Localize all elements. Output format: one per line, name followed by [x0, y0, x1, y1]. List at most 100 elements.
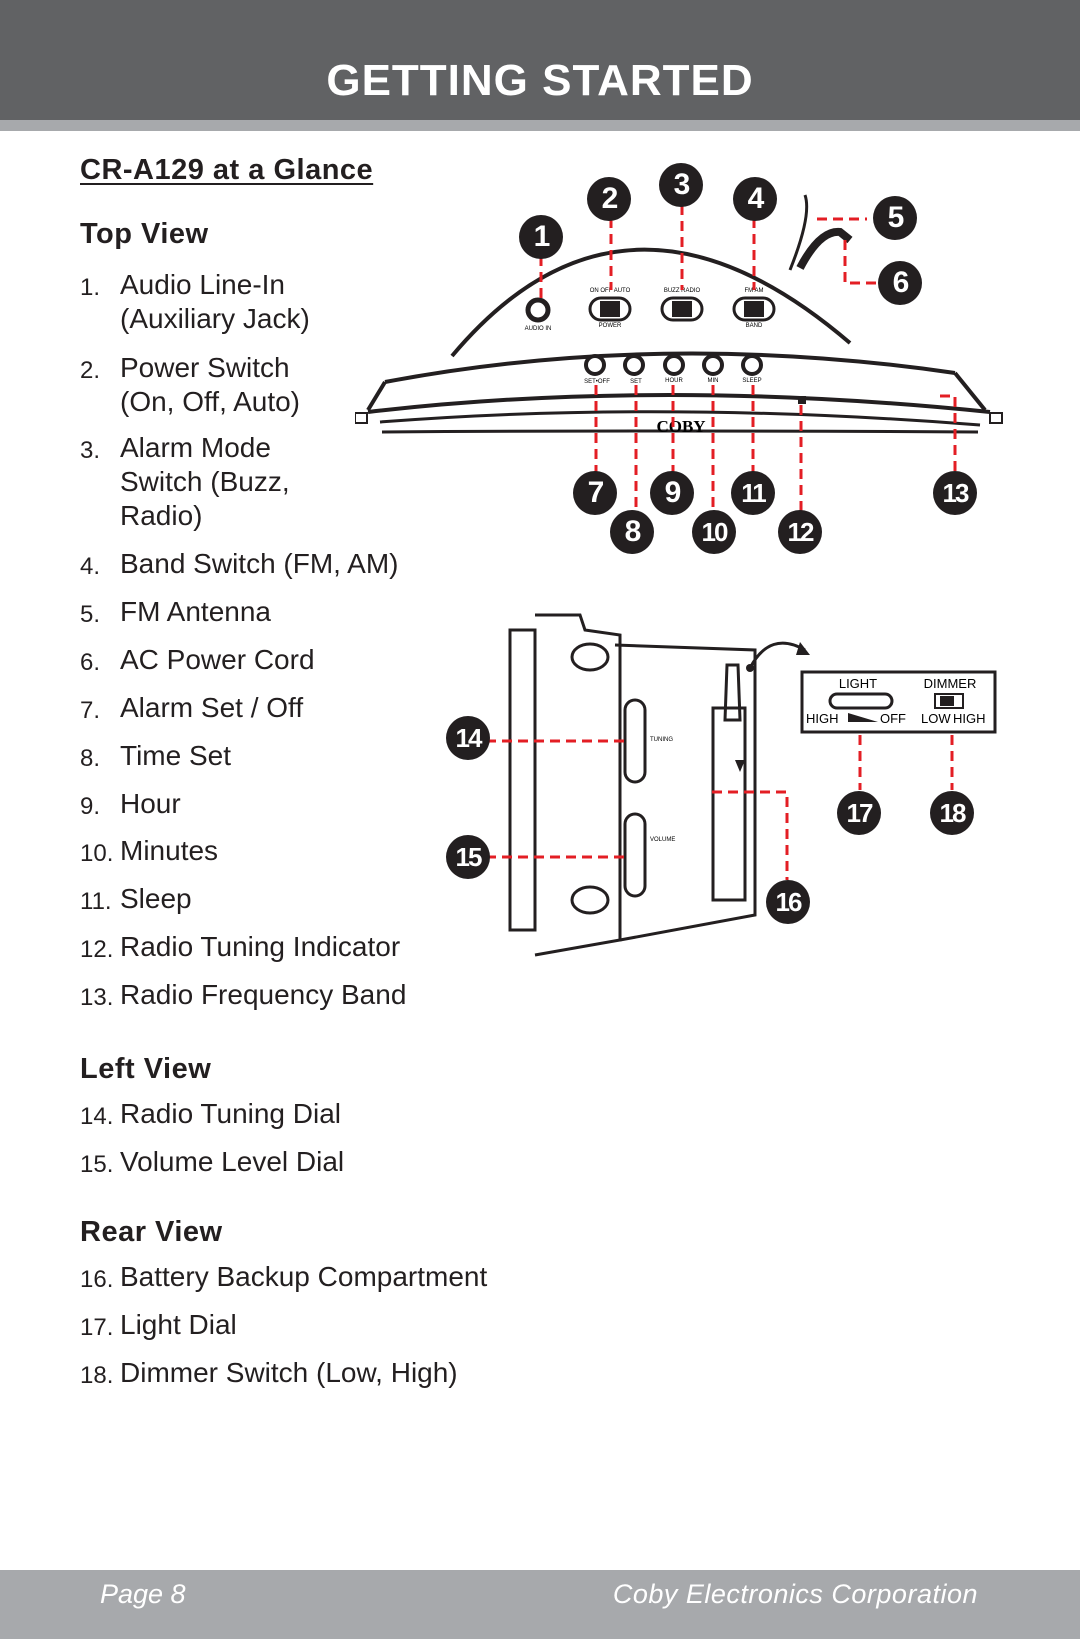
item-number: 3. — [80, 437, 101, 464]
callout-6: 6 — [878, 261, 922, 305]
section-title: CR-A129 at a Glance — [80, 154, 374, 186]
ac-power-cord — [796, 227, 853, 270]
item-number: 11. — [80, 888, 112, 915]
light-dial-icon — [828, 692, 894, 710]
list-item: 16. Battery Backup Compartment — [80, 1260, 487, 1297]
pointer-arrow-icon — [748, 641, 806, 669]
item-label: Sleep — [120, 883, 192, 914]
item-label: Alarm Set / Off — [120, 692, 304, 723]
light-high-label: HIGH — [806, 711, 839, 726]
page-title: GETTING STARTED — [326, 56, 754, 105]
battery-compartment-icon — [711, 706, 747, 902]
volume-dial-icon — [623, 812, 647, 898]
callout-10: 10 — [692, 510, 736, 554]
item-label: Hour — [120, 788, 181, 819]
light-label: LIGHT — [839, 676, 877, 691]
audio-in-jack-icon — [525, 297, 551, 323]
item-label: Light Dial — [120, 1309, 237, 1340]
list-item: 5. FM Antenna — [80, 595, 271, 632]
callout-11: 11 — [731, 471, 775, 515]
item-label: FM Antenna — [120, 596, 271, 627]
light-off-label: OFF — [880, 711, 906, 726]
item-number: 7. — [80, 697, 101, 724]
band-switch-icon — [732, 296, 776, 322]
minute-button-icon — [702, 354, 724, 376]
alarm-set-label: SET•OFF — [584, 379, 610, 385]
item-number: 6. — [80, 649, 101, 676]
list-item: 1. Audio Line-In (Auxiliary Jack) — [80, 268, 310, 336]
callout-14: 14 — [446, 716, 490, 760]
power-switch-icon — [588, 296, 632, 322]
audio-in-label: AUDIO IN — [525, 326, 552, 332]
sleep-label: SLEEP — [742, 378, 761, 384]
item-number: 14. — [80, 1103, 114, 1130]
volume-label: VOLUME — [650, 837, 675, 843]
power-label: POWER — [599, 323, 622, 329]
brand-logo: COBY — [656, 417, 705, 436]
list-item: 3. Alarm Mode Switch (Buzz, Radio) — [80, 431, 290, 533]
list-item: 9. Hour — [80, 787, 181, 824]
top-view-heading: Top View — [80, 218, 209, 250]
list-item: 8. Time Set — [80, 739, 231, 776]
item-number: 10. — [80, 840, 114, 867]
item-label: Audio Line-In (Auxiliary Jack) — [120, 269, 310, 334]
callout-1: 1 — [519, 215, 563, 259]
device-base-left — [366, 380, 387, 412]
device-base-right — [953, 371, 987, 412]
hour-button-icon — [663, 354, 685, 376]
page-number: Page 8 — [100, 1579, 186, 1609]
item-number: 15. — [80, 1151, 114, 1178]
band-label: BAND — [746, 323, 763, 329]
item-label: Alarm Mode Switch (Buzz, Radio) — [120, 432, 290, 531]
callout-15: 15 — [446, 835, 490, 879]
tuning-indicator-icon — [798, 396, 806, 404]
callout-4: 4 — [733, 177, 777, 221]
item-label: Dimmer Switch (Low, High) — [120, 1357, 458, 1388]
list-item: 17. Light Dial — [80, 1308, 237, 1345]
list-item: 12. Radio Tuning Indicator — [80, 930, 400, 967]
dimmer-high-label: HIGH — [953, 711, 986, 726]
callout-3: 3 — [659, 163, 703, 207]
time-set-button-icon — [623, 354, 645, 376]
item-number: 13. — [80, 984, 114, 1011]
sleep-button-icon — [741, 354, 763, 376]
callout-7: 7 — [573, 471, 617, 515]
callout-13: 13 — [933, 471, 977, 515]
item-label: Radio Tuning Indicator — [120, 931, 401, 962]
device-side-back — [508, 628, 537, 932]
left-view-heading: Left View — [80, 1053, 212, 1085]
dimmer-low-label: LOW — [921, 711, 951, 726]
item-label: Radio Tuning Dial — [120, 1098, 342, 1129]
item-number: 1. — [80, 274, 101, 301]
header-divider — [0, 120, 1080, 131]
item-label: Volume Level Dial — [120, 1146, 345, 1177]
item-number: 2. — [80, 357, 101, 384]
callout-2: 2 — [587, 177, 631, 221]
item-number: 18. — [80, 1362, 114, 1389]
callout-8: 8 — [610, 510, 654, 554]
item-number: 16. — [80, 1266, 114, 1293]
callout-17: 17 — [837, 791, 881, 835]
list-item: 13. Radio Frequency Band — [80, 978, 406, 1015]
tuning-label: TUNING — [650, 737, 673, 743]
list-item: 10. Minutes — [80, 834, 218, 871]
time-set-label: SET — [630, 379, 642, 385]
list-item: 2. Power Switch (On, Off, Auto) — [80, 351, 300, 419]
callout-5: 5 — [873, 196, 917, 240]
tuning-dial-icon — [623, 698, 647, 784]
list-item: 6. AC Power Cord — [80, 643, 315, 680]
list-item: 15. Volume Level Dial — [80, 1145, 344, 1182]
item-label: Power Switch (On, Off, Auto) — [120, 352, 301, 417]
device-front — [367, 393, 991, 414]
alarm-set-button-icon — [584, 354, 606, 376]
list-item: 7. Alarm Set / Off — [80, 691, 303, 728]
item-label: Battery Backup Compartment — [120, 1261, 488, 1292]
list-item: 4. Band Switch (FM, AM) — [80, 547, 399, 584]
item-number: 5. — [80, 601, 101, 628]
callout-16: 16 — [766, 880, 810, 924]
list-item: 11. Sleep — [80, 882, 192, 919]
item-label: Radio Frequency Band — [120, 979, 407, 1010]
item-label: AC Power Cord — [120, 644, 315, 675]
alarm-mode-switch-icon — [660, 296, 704, 322]
item-number: 4. — [80, 553, 101, 580]
